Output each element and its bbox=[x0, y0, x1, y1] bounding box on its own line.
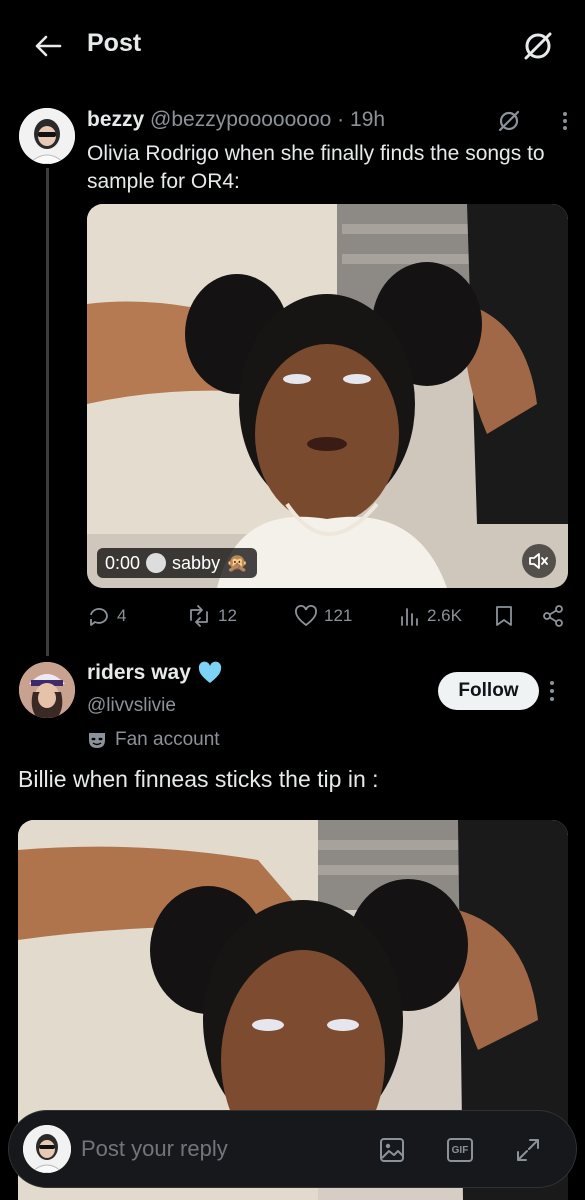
thread-line bbox=[46, 168, 49, 656]
author-handle[interactable]: @bezzypoooooooo bbox=[150, 108, 331, 131]
reply-author-handle[interactable]: @livvslivie bbox=[87, 695, 176, 717]
fan-account-label: Fan account bbox=[115, 729, 220, 750]
like-action[interactable]: 121 bbox=[294, 600, 352, 632]
video-info: 0:00 sabby 🙊 bbox=[97, 548, 257, 578]
repost-action[interactable]: 12 bbox=[186, 600, 237, 632]
view-count: 2.6K bbox=[427, 606, 462, 625]
reply-composer[interactable]: Post your reply GIF bbox=[8, 1110, 577, 1188]
back-arrow-icon[interactable] bbox=[28, 28, 68, 64]
reply-action[interactable]: 4 bbox=[87, 600, 126, 632]
reply-icon bbox=[90, 608, 108, 626]
reply-text: Billie when finneas sticks the tip in : bbox=[18, 766, 379, 792]
views-action[interactable]: 2.6K bbox=[399, 600, 462, 632]
credit-avatar-icon bbox=[146, 553, 167, 573]
mask-icon bbox=[89, 733, 105, 748]
expand-icon[interactable] bbox=[513, 1135, 543, 1165]
tweet-header: bezzy @bezzypoooooooo · 19h bbox=[87, 108, 385, 132]
grok-icon[interactable] bbox=[518, 26, 558, 66]
fan-account-badge: Fan account bbox=[87, 729, 220, 751]
views-icon bbox=[401, 608, 418, 626]
blue-heart-icon bbox=[198, 661, 222, 683]
tweet-text: Olivia Rodrigo when she finally finds th… bbox=[87, 142, 545, 193]
gif-label: GIF bbox=[447, 1138, 473, 1162]
top-bar: Post bbox=[0, 0, 585, 92]
reply-count: 4 bbox=[117, 606, 127, 625]
tweet-actions: 4 12 121 2.6K bbox=[87, 600, 568, 632]
grok-icon[interactable] bbox=[498, 110, 520, 137]
repost-count: 12 bbox=[218, 606, 237, 625]
share-icon[interactable] bbox=[541, 600, 565, 632]
mute-icon[interactable] bbox=[522, 544, 556, 578]
author-name[interactable]: bezzy bbox=[87, 108, 144, 131]
like-count: 121 bbox=[324, 606, 353, 625]
image-icon[interactable] bbox=[377, 1135, 407, 1165]
reply-author-row: riders way bbox=[87, 661, 223, 685]
reply-author-name[interactable]: riders way bbox=[87, 661, 191, 685]
gif-icon[interactable]: GIF bbox=[445, 1135, 475, 1165]
video-credit: sabby bbox=[172, 552, 221, 573]
page-title: Post bbox=[87, 29, 142, 57]
video-credit-emoji: 🙊 bbox=[226, 552, 249, 573]
tweet-time: 19h bbox=[350, 108, 386, 131]
avatar[interactable] bbox=[19, 662, 75, 718]
avatar[interactable] bbox=[19, 108, 75, 164]
video-frame bbox=[87, 204, 568, 588]
bookmark-icon[interactable] bbox=[495, 600, 513, 632]
heart-icon bbox=[295, 605, 317, 627]
separator: · bbox=[337, 108, 345, 131]
reply-input[interactable]: Post your reply bbox=[81, 1136, 228, 1162]
video-time: 0:00 bbox=[105, 552, 141, 573]
more-options-icon[interactable] bbox=[562, 111, 568, 136]
follow-button[interactable]: Follow bbox=[438, 672, 539, 710]
repost-icon bbox=[190, 605, 208, 627]
tweet-header-actions bbox=[498, 110, 568, 136]
more-options-icon[interactable] bbox=[549, 680, 565, 704]
tweet-video[interactable]: 0:00 sabby 🙊 bbox=[87, 204, 568, 588]
avatar bbox=[23, 1125, 71, 1173]
